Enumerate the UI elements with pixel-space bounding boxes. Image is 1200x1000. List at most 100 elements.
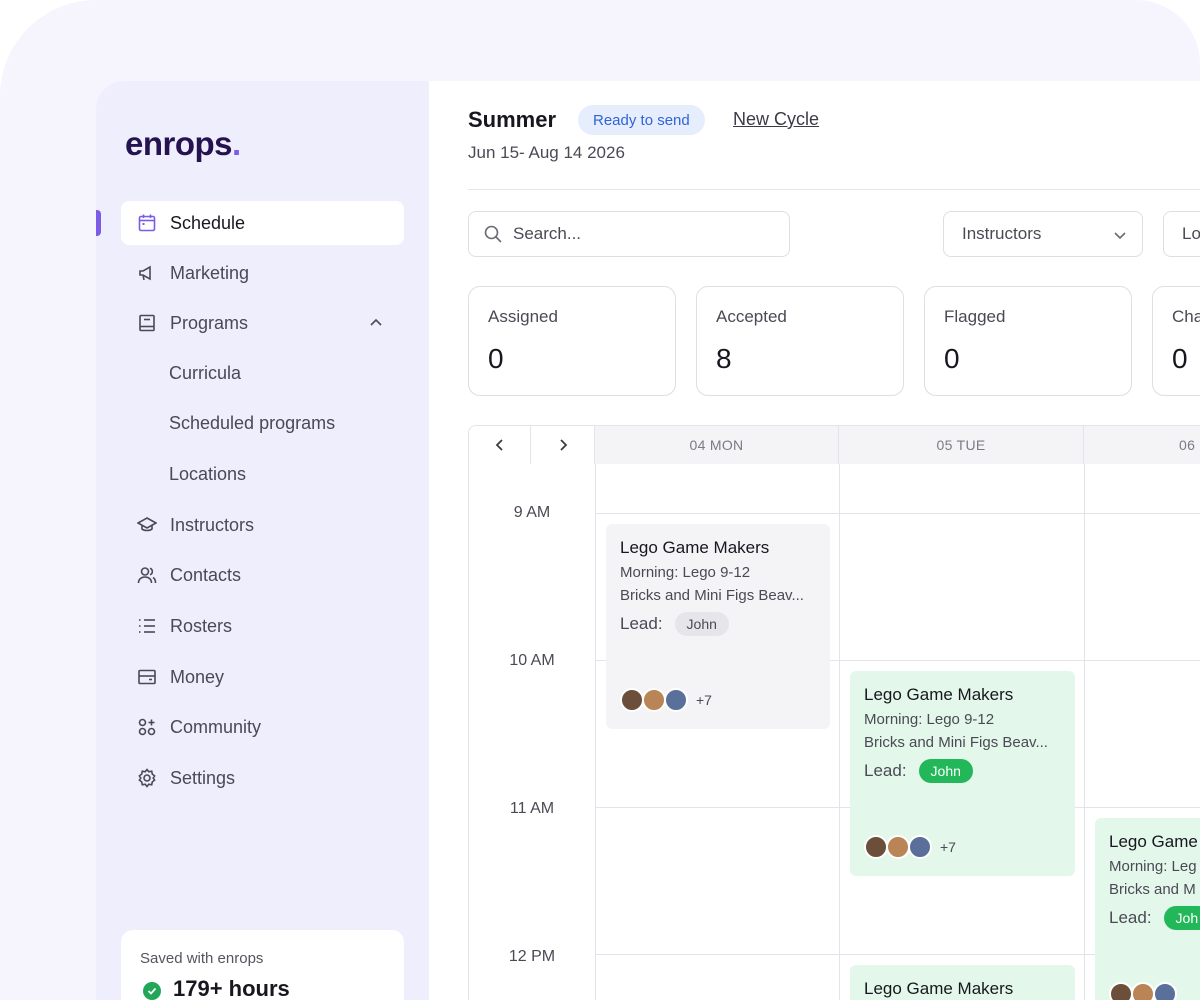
sidebar-item-label: Schedule (170, 212, 246, 233)
avatar (1131, 982, 1155, 1000)
lead-label: Lead: (864, 761, 907, 780)
app-window: enrops. Schedule Marketing Programs Curr… (96, 81, 1200, 1000)
stat-card-flagged[interactable]: Flagged 0 (924, 286, 1132, 396)
event-location: Bricks and M (1109, 881, 1196, 898)
search-input[interactable] (513, 224, 753, 244)
sidebar-item-community[interactable]: Community (121, 705, 404, 749)
sidebar-item-schedule[interactable]: Schedule (121, 201, 404, 245)
sidebar-item-money[interactable]: Money (121, 655, 404, 699)
chevron-left-icon (495, 439, 503, 451)
avatar (864, 835, 888, 859)
chevron-right-icon (559, 439, 567, 451)
avatar (1109, 982, 1133, 1000)
event-session: Morning: Lego 9-12 (620, 564, 751, 581)
sidebar-item-label: Money (170, 666, 225, 687)
event-title: Lego Game Makers (864, 979, 1014, 998)
attendee-avatars[interactable] (1109, 982, 1177, 1000)
chevron-down-icon (1114, 232, 1126, 240)
event-lead: Lead: John (620, 612, 729, 636)
prev-week-button[interactable] (469, 426, 531, 464)
megaphone-icon (137, 263, 157, 283)
sidebar-item-settings[interactable]: Settings (121, 756, 404, 800)
time-label: 12 PM (508, 948, 556, 965)
lead-chip[interactable]: Joh (1163, 906, 1200, 930)
stat-value: 0 (1172, 343, 1188, 374)
sidebar-subitem-locations[interactable]: Locations (169, 464, 246, 485)
page-title: Summer (468, 107, 557, 132)
search-icon (484, 225, 502, 243)
attendee-avatars[interactable]: +7 (620, 688, 712, 712)
attendee-avatars[interactable]: +7 (864, 835, 956, 859)
locations-dropdown-label: Lo (1182, 224, 1200, 243)
search-box[interactable] (468, 211, 790, 257)
calendar-grid: 04 MON 05 TUE 06 9 AM 10 AM 11 AM 12 PM … (468, 425, 1200, 1000)
event-card[interactable]: Lego Game Makers Morning: Lego 9-12 Bric… (850, 671, 1075, 876)
sidebar-subitem-scheduled-programs[interactable]: Scheduled programs (169, 413, 335, 434)
avatar (886, 835, 910, 859)
avatar (642, 688, 666, 712)
avatar (620, 688, 644, 712)
event-title: Lego Game Makers (864, 685, 1014, 704)
wallet-icon (137, 667, 157, 687)
savings-value: 179+ hours (173, 976, 290, 1000)
sidebar-item-label: Marketing (170, 262, 250, 283)
stat-value: 0 (488, 343, 504, 374)
brand-logo[interactable]: enrops. (125, 125, 241, 163)
lead-chip[interactable]: John (674, 612, 729, 636)
active-indicator (96, 210, 101, 236)
day-header: 05 TUE (839, 426, 1084, 464)
header-divider (468, 189, 1200, 190)
sidebar-item-label: Contacts (170, 564, 242, 585)
event-card[interactable]: Lego Game Morning: Leg Bricks and M Lead… (1095, 818, 1200, 1000)
stat-card-accepted[interactable]: Accepted 8 (696, 286, 904, 396)
brand-name: enrops (125, 125, 233, 162)
column-divider (595, 464, 596, 1000)
savings-card: Saved with enrops 179+ hours (121, 930, 404, 1000)
new-cycle-link[interactable]: New Cycle (733, 109, 819, 130)
chevron-up-icon[interactable] (368, 315, 384, 331)
locations-dropdown[interactable]: Lo (1163, 211, 1200, 257)
stat-value: 8 (716, 343, 732, 374)
sidebar-item-rosters[interactable]: Rosters (121, 604, 404, 648)
day-header: 04 MON (595, 426, 839, 464)
status-badge: Ready to send (578, 105, 705, 135)
time-label: 10 AM (509, 652, 555, 669)
date-range: Jun 15- Aug 14 2026 (468, 143, 625, 162)
avatar (1153, 982, 1177, 1000)
sidebar-item-marketing[interactable]: Marketing (121, 251, 404, 295)
event-card[interactable]: Lego Game Makers (850, 965, 1075, 1000)
sidebar-subitem-curricula[interactable]: Curricula (169, 363, 241, 384)
stat-value: 0 (944, 343, 960, 374)
check-circle-icon (143, 982, 161, 1000)
brand-dot: . (232, 125, 241, 162)
more-attendees-count: +7 (940, 839, 956, 855)
community-icon (137, 717, 157, 737)
lead-label: Lead: (1109, 908, 1152, 927)
sidebar-item-programs[interactable]: Programs (121, 301, 404, 345)
event-lead: Lead: Joh (1109, 906, 1200, 930)
stat-card-assigned[interactable]: Assigned 0 (468, 286, 676, 396)
sidebar-item-contacts[interactable]: Contacts (121, 553, 404, 597)
book-icon (137, 313, 157, 333)
sidebar-item-label: Settings (170, 767, 236, 788)
instructors-dropdown[interactable]: Instructors (943, 211, 1143, 257)
event-location: Bricks and Mini Figs Beav... (864, 734, 1048, 751)
page-background: enrops. Schedule Marketing Programs Curr… (0, 0, 1200, 1000)
time-label: 11 AM (509, 800, 555, 817)
sidebar-item-instructors[interactable]: Instructors (121, 503, 404, 547)
graduation-cap-icon (137, 515, 157, 535)
instructors-dropdown-label: Instructors (962, 224, 1042, 243)
column-divider (1084, 464, 1085, 1000)
lead-chip[interactable]: John (918, 759, 973, 783)
event-location: Bricks and Mini Figs Beav... (620, 587, 804, 604)
event-session: Morning: Lego 9-12 (864, 711, 995, 728)
event-card[interactable]: Lego Game Makers Morning: Lego 9-12 Bric… (606, 524, 830, 729)
event-lead: Lead: John (864, 759, 973, 783)
sidebar-item-label: Instructors (170, 514, 255, 535)
avatar (664, 688, 688, 712)
next-week-button[interactable] (531, 426, 595, 464)
users-icon (137, 565, 157, 585)
day-header: 06 (1084, 426, 1200, 464)
stat-card-changed[interactable]: Cha 0 (1152, 286, 1200, 396)
hour-line (595, 513, 1200, 514)
